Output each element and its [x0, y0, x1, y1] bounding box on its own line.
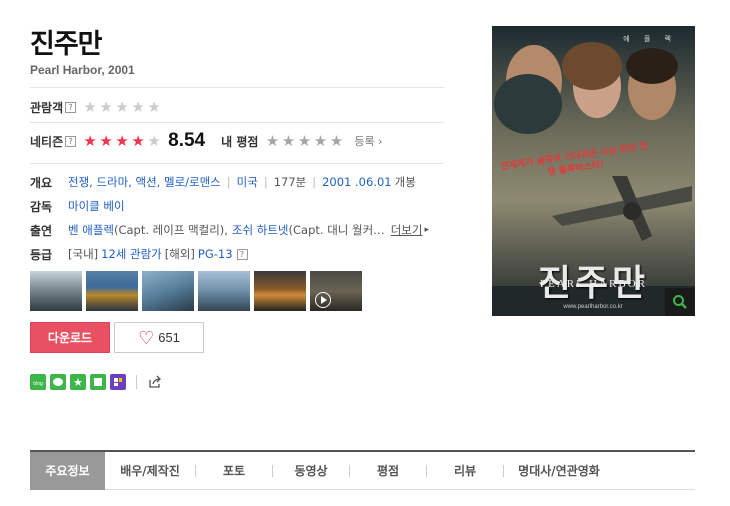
- photo-thumbnails: [30, 271, 362, 311]
- star-icon: ★: [131, 97, 145, 116]
- help-icon[interactable]: ?: [65, 135, 77, 147]
- star-icon: ★: [147, 97, 161, 116]
- star-icon: ★: [115, 131, 129, 150]
- separator: |: [226, 175, 231, 189]
- star-icon[interactable]: ★: [328, 133, 344, 149]
- grade-row: 등급 [국내] 12세 관람가 [해외] PG-13 ?: [30, 245, 254, 263]
- overview-label: 개요: [30, 175, 53, 190]
- photo-thumbnail[interactable]: [86, 271, 138, 311]
- movie-subtitle: Pearl Harbor, 2001: [30, 63, 135, 77]
- heart-icon: ♡: [138, 327, 155, 348]
- poster-top-text: 에 플 렉: [623, 35, 677, 43]
- director-row: 감독 마이클 베이: [30, 197, 125, 215]
- netizen-rating-row: 네티즌 ? ★ ★ ★ ★ ★ 8.54 내 평점 ★ ★ ★ ★ ★ 등록 ›: [30, 130, 383, 151]
- movie-poster[interactable]: www.pearlharbor.co.kr 에 플 렉 전세계가 숨죽여 기다려…: [492, 26, 695, 316]
- share-bar: blog ★: [30, 374, 163, 390]
- star-icon[interactable]: ★: [70, 374, 86, 390]
- audience-label: 관람객: [30, 100, 64, 115]
- tab-video[interactable]: 동영상: [273, 452, 349, 490]
- cast-link[interactable]: 벤 애플렉: [68, 222, 114, 238]
- chevron-right-icon: ›: [378, 135, 383, 148]
- tab-ratings[interactable]: 평점: [350, 452, 426, 490]
- help-icon[interactable]: ?: [65, 101, 77, 113]
- star-icon[interactable]: ★: [264, 133, 280, 149]
- director-link[interactable]: 마이클 베이: [68, 198, 125, 214]
- release-date-link[interactable]: 2001 .06.01: [322, 175, 392, 189]
- tab-reviews[interactable]: 리뷰: [427, 452, 503, 490]
- my-rating-label: 내 평점: [221, 134, 259, 149]
- register-rating-link[interactable]: 등록 ›: [354, 133, 382, 149]
- overseas-prefix: [해외]: [164, 247, 195, 261]
- domestic-grade-link[interactable]: 12세 관람가: [101, 246, 162, 262]
- separator: [136, 375, 137, 389]
- band-icon[interactable]: [110, 374, 126, 390]
- svg-text:★: ★: [73, 376, 83, 389]
- note-icon[interactable]: [90, 374, 106, 390]
- star-icon: ★: [83, 131, 97, 150]
- blog-icon[interactable]: blog: [30, 374, 46, 390]
- netizen-label: 네티즌: [30, 134, 64, 149]
- star-icon[interactable]: ★: [280, 133, 296, 149]
- register-label[interactable]: 등록: [354, 135, 374, 148]
- cast-label: 출연: [30, 223, 53, 238]
- caret-right-icon: ▸: [424, 225, 429, 235]
- separator: |: [312, 175, 317, 189]
- genre-links[interactable]: 전쟁, 드라마, 액션, 멜로/로맨스: [68, 174, 221, 190]
- audience-stars: ★ ★ ★ ★ ★: [82, 97, 162, 116]
- netizen-stars: ★ ★ ★ ★ ★: [82, 131, 162, 150]
- domestic-prefix: [국내]: [68, 247, 99, 261]
- movie-title: 진주만: [30, 29, 103, 60]
- runtime: 177분: [273, 175, 307, 189]
- cast-role: (Capt. 레이프 맥컬리),: [113, 223, 228, 237]
- like-button[interactable]: ♡ 651: [114, 322, 204, 353]
- star-icon: ★: [115, 97, 129, 116]
- star-icon[interactable]: ★: [296, 133, 312, 149]
- overview-row: 개요 전쟁, 드라마, 액션, 멜로/로맨스 | 미국 | 177분 | 200…: [30, 173, 416, 191]
- divider: [30, 87, 444, 88]
- tab-bar: 주요정보 배우/제작진 포토 동영상 평점 리뷰 명대사/연관영화: [30, 450, 695, 490]
- my-rating-stars[interactable]: ★ ★ ★ ★ ★: [264, 133, 344, 149]
- divider: [30, 122, 444, 123]
- talk-icon[interactable]: [50, 374, 66, 390]
- tab-main-info[interactable]: 주요정보: [30, 451, 105, 490]
- more-cast-link[interactable]: 더보기: [391, 222, 423, 238]
- grade-label: 등급: [30, 247, 53, 262]
- star-icon: ★: [83, 97, 97, 116]
- country-link[interactable]: 미국: [237, 174, 258, 190]
- star-icon: ★: [147, 131, 161, 150]
- svg-text:blog: blog: [33, 381, 43, 387]
- like-count: 651: [158, 330, 180, 345]
- cast-row: 출연 벤 애플렉 (Capt. 레이프 맥컬리), 조쉬 하트넷 (Capt. …: [30, 221, 429, 239]
- star-icon[interactable]: ★: [312, 133, 328, 149]
- play-icon: [315, 292, 331, 308]
- cast-role: (Capt. 대니 월커…: [288, 223, 385, 237]
- share-icon[interactable]: [147, 374, 163, 390]
- separator: |: [263, 175, 268, 189]
- divider: [30, 163, 444, 164]
- help-icon[interactable]: ?: [236, 248, 248, 260]
- star-icon: ★: [99, 131, 113, 150]
- zoom-button[interactable]: [665, 288, 695, 316]
- star-icon: ★: [131, 131, 145, 150]
- netizen-score: 8.54: [168, 130, 206, 151]
- tab-cast-crew[interactable]: 배우/제작진: [105, 452, 195, 490]
- video-thumbnail[interactable]: [310, 271, 362, 311]
- overseas-grade-link[interactable]: PG-13: [198, 247, 233, 261]
- search-icon: [673, 295, 687, 309]
- tab-quotes-related[interactable]: 명대사/연관영화: [504, 452, 614, 490]
- star-icon: ★: [99, 97, 113, 116]
- photo-thumbnail[interactable]: [30, 271, 82, 311]
- tab-photo[interactable]: 포토: [196, 452, 272, 490]
- cast-link[interactable]: 조쉬 하트넷: [232, 222, 289, 238]
- photo-thumbnail[interactable]: [142, 271, 194, 311]
- photo-thumbnail[interactable]: [198, 271, 250, 311]
- download-button[interactable]: 다운로드: [30, 322, 110, 353]
- photo-thumbnail[interactable]: [254, 271, 306, 311]
- audience-rating-row: 관람객 ? ★ ★ ★ ★ ★: [30, 97, 162, 117]
- release-suffix: 개봉: [394, 175, 416, 189]
- director-label: 감독: [30, 199, 53, 214]
